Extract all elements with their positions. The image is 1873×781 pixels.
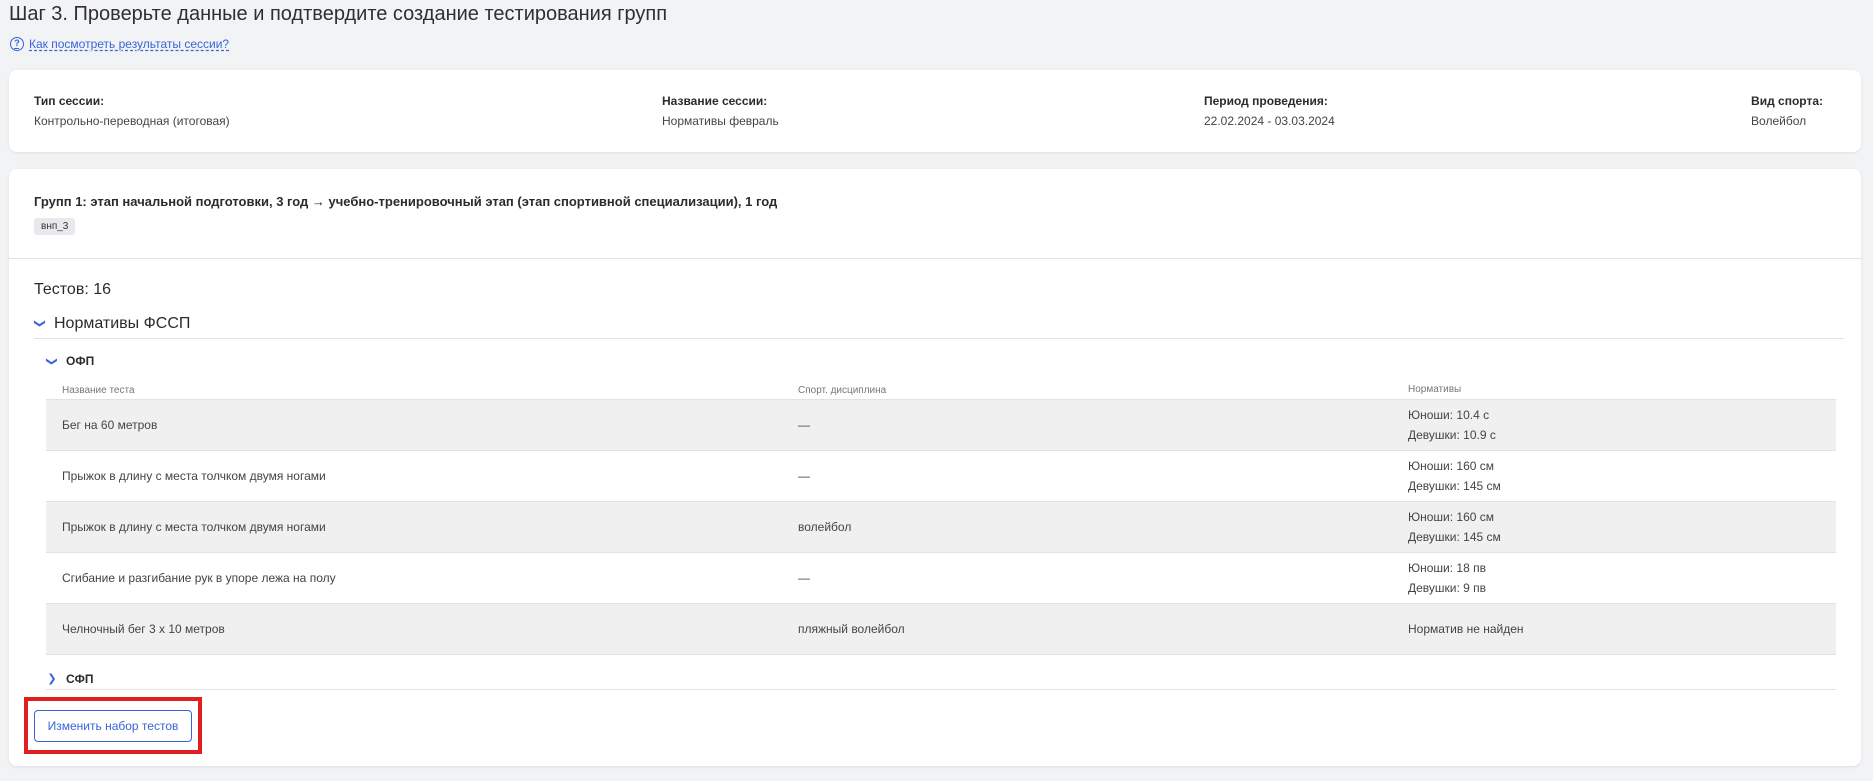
subsection-title: ОФП [66, 354, 95, 368]
norm-female: Девушки: 145 см [1408, 530, 1501, 544]
test-name: Прыжок в длину с места толчком двумя ног… [62, 469, 326, 483]
chevron-down-icon: ❯ [45, 356, 58, 366]
help-link-label: Как посмотреть результаты сессии? [29, 37, 230, 51]
question-circle-icon: ? [10, 37, 24, 51]
tests-count: Тестов: 16 [34, 281, 112, 298]
session-type: Тип сессии: Контрольно-переводная (итого… [34, 94, 230, 128]
test-name: Сгибание и разгибание рук в упоре лежа н… [62, 571, 336, 585]
section-normativy-fssp[interactable]: ❯ Нормативы ФССП [34, 315, 1844, 339]
norm-female: Девушки: 10.9 с [1408, 428, 1496, 442]
norm-male: Юноши: 160 см [1408, 510, 1495, 524]
session-name: Название сессии: Нормативы февраль [662, 94, 779, 128]
column-header-discipline: Спорт. дисциплина [798, 384, 887, 396]
divider [9, 258, 1861, 259]
session-sport-value: Волейбол [1751, 114, 1807, 128]
column-header-norms: Нормативы [1408, 384, 1462, 395]
session-period-value: 22.02.2024 - 03.03.2024 [1204, 114, 1335, 128]
norm-not-found: Норматив не найден [1408, 622, 1524, 636]
norm-male: Юноши: 18 пв [1408, 561, 1486, 575]
table-row: Прыжок в длину с места толчком двумя ног… [46, 502, 1836, 553]
session-name-label: Название сессии: [662, 94, 768, 108]
edit-tests-button[interactable]: Изменить набор тестов [34, 710, 192, 742]
session-sport: Вид спорта: Волейбол [1751, 94, 1823, 128]
test-discipline: волейбол [798, 520, 852, 534]
tests-table: Название теста Спорт. дисциплина Нормати… [46, 381, 1836, 655]
test-norms: Норматив не найден [1408, 619, 1836, 639]
norm-female: Девушки: 9 пв [1408, 581, 1487, 595]
table-row: Прыжок в длину с места толчком двумя ног… [46, 451, 1836, 502]
test-name: Прыжок в длину с места толчком двумя ног… [62, 520, 326, 534]
test-discipline: — [798, 571, 810, 585]
test-norms: Юноши: 160 см Девушки: 145 см [1408, 507, 1836, 547]
test-name: Челночный бег 3 х 10 метров [62, 622, 225, 636]
subsection-sfp[interactable]: ❯ СФП [46, 668, 1836, 690]
subsection-ofp[interactable]: ❯ ОФП [45, 354, 95, 368]
chevron-right-icon: ❯ [47, 673, 57, 685]
group-card: Групп 1: этап начальной подготовки, 3 го… [9, 169, 1861, 766]
subsection-title: СФП [66, 671, 94, 686]
norm-female: Девушки: 145 см [1408, 479, 1501, 493]
session-info-card: Тип сессии: Контрольно-переводная (итого… [9, 70, 1861, 152]
test-discipline: — [798, 469, 810, 483]
group-title: Групп 1: этап начальной подготовки, 3 го… [34, 194, 778, 209]
table-row: Сгибание и разгибание рук в упоре лежа н… [46, 553, 1836, 604]
test-name: Бег на 60 метров [62, 418, 158, 432]
test-norms: Юноши: 160 см Девушки: 145 см [1408, 456, 1836, 496]
column-header-name: Название теста [62, 384, 135, 396]
table-header: Название теста Спорт. дисциплина Нормати… [46, 381, 1836, 400]
session-period: Период проведения: 22.02.2024 - 03.03.20… [1204, 94, 1335, 128]
session-sport-label: Вид спорта: [1751, 94, 1823, 108]
table-row: Челночный бег 3 х 10 метров пляжный воле… [46, 604, 1836, 655]
test-norms: Юноши: 10.4 с Девушки: 10.9 с [1408, 405, 1836, 445]
session-type-label: Тип сессии: [34, 94, 105, 108]
test-norms: Юноши: 18 пв Девушки: 9 пв [1408, 558, 1836, 598]
section-title: Нормативы ФССП [54, 314, 191, 332]
page-title: Шаг 3. Проверьте данные и подтвердите со… [9, 3, 668, 25]
test-discipline: пляжный волейбол [798, 622, 905, 636]
session-period-label: Период проведения: [1204, 94, 1328, 108]
table-row: Бег на 60 метров — Юноши: 10.4 с Девушки… [46, 400, 1836, 451]
group-tag: внп_3 [34, 218, 76, 235]
chevron-down-icon: ❯ [33, 318, 46, 329]
test-discipline: — [798, 418, 810, 432]
session-name-value: Нормативы февраль [662, 114, 779, 128]
help-link[interactable]: ? Как посмотреть результаты сессии? [10, 37, 229, 51]
norm-male: Юноши: 160 см [1408, 459, 1495, 473]
session-type-value: Контрольно-переводная (итоговая) [34, 114, 230, 128]
norm-male: Юноши: 10.4 с [1408, 408, 1490, 422]
